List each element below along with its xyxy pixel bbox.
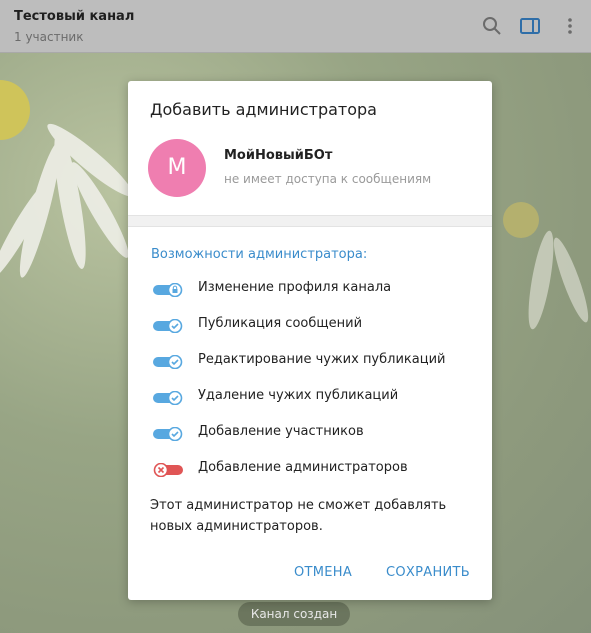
permission-label: Добавление администраторов xyxy=(198,460,408,475)
note-line: новых администраторов. xyxy=(150,519,323,534)
toggle-on-icon[interactable] xyxy=(153,319,183,333)
permission-add-admins[interactable]: Добавление администраторов xyxy=(150,458,470,482)
service-message-pill: Канал создан xyxy=(238,602,350,626)
daisy-image xyxy=(0,80,130,278)
bot-name: МойНовыйБОт xyxy=(224,148,333,163)
toggle-on-icon[interactable] xyxy=(153,427,183,441)
add-admin-dialog: Добавить администратора М МойНовыйБОт не… xyxy=(128,81,492,600)
note-line: Этот администратор не сможет добавлять xyxy=(150,498,447,513)
chat-header: Тестовый канал 1 участник xyxy=(0,0,591,53)
section-title: Возможности администратора: xyxy=(151,247,368,262)
permission-label: Изменение профиля канала xyxy=(198,280,392,295)
toggle-off-icon[interactable] xyxy=(153,463,183,477)
chat-subtitle: 1 участник xyxy=(14,30,84,44)
cancel-button[interactable]: ОТМЕНА xyxy=(294,565,352,580)
bot-status: не имеет доступа к сообщениям xyxy=(224,172,432,186)
permission-post-messages[interactable]: Публикация сообщений xyxy=(150,314,470,338)
permission-delete-messages[interactable]: Удаление чужих публикаций xyxy=(150,386,470,410)
daisy-image-right xyxy=(503,202,589,330)
chat-title[interactable]: Тестовый канал xyxy=(14,9,134,24)
permission-edit-messages[interactable]: Редактирование чужих публикаций xyxy=(150,350,470,374)
restriction-note: Этот администратор не сможет добавлять н… xyxy=(150,495,470,537)
permission-label: Публикация сообщений xyxy=(198,316,363,331)
permission-label: Удаление чужих публикаций xyxy=(198,388,399,403)
toggle-locked-icon[interactable] xyxy=(153,283,183,297)
toggle-on-icon[interactable] xyxy=(153,355,183,369)
dialog-title: Добавить администратора xyxy=(150,100,377,119)
more-vertical-icon[interactable] xyxy=(559,15,581,37)
search-icon[interactable] xyxy=(481,15,503,37)
save-button[interactable]: СОХРАНИТЬ xyxy=(386,565,470,580)
permission-label: Редактирование чужих публикаций xyxy=(198,352,446,367)
divider xyxy=(128,215,492,227)
avatar: М xyxy=(148,139,206,197)
permission-add-members[interactable]: Добавление участников xyxy=(150,422,470,446)
toggle-on-icon[interactable] xyxy=(153,391,183,405)
permission-label: Добавление участников xyxy=(198,424,364,439)
sidebar-toggle-icon[interactable] xyxy=(519,15,541,37)
permission-change-info[interactable]: Изменение профиля канала xyxy=(150,278,470,302)
